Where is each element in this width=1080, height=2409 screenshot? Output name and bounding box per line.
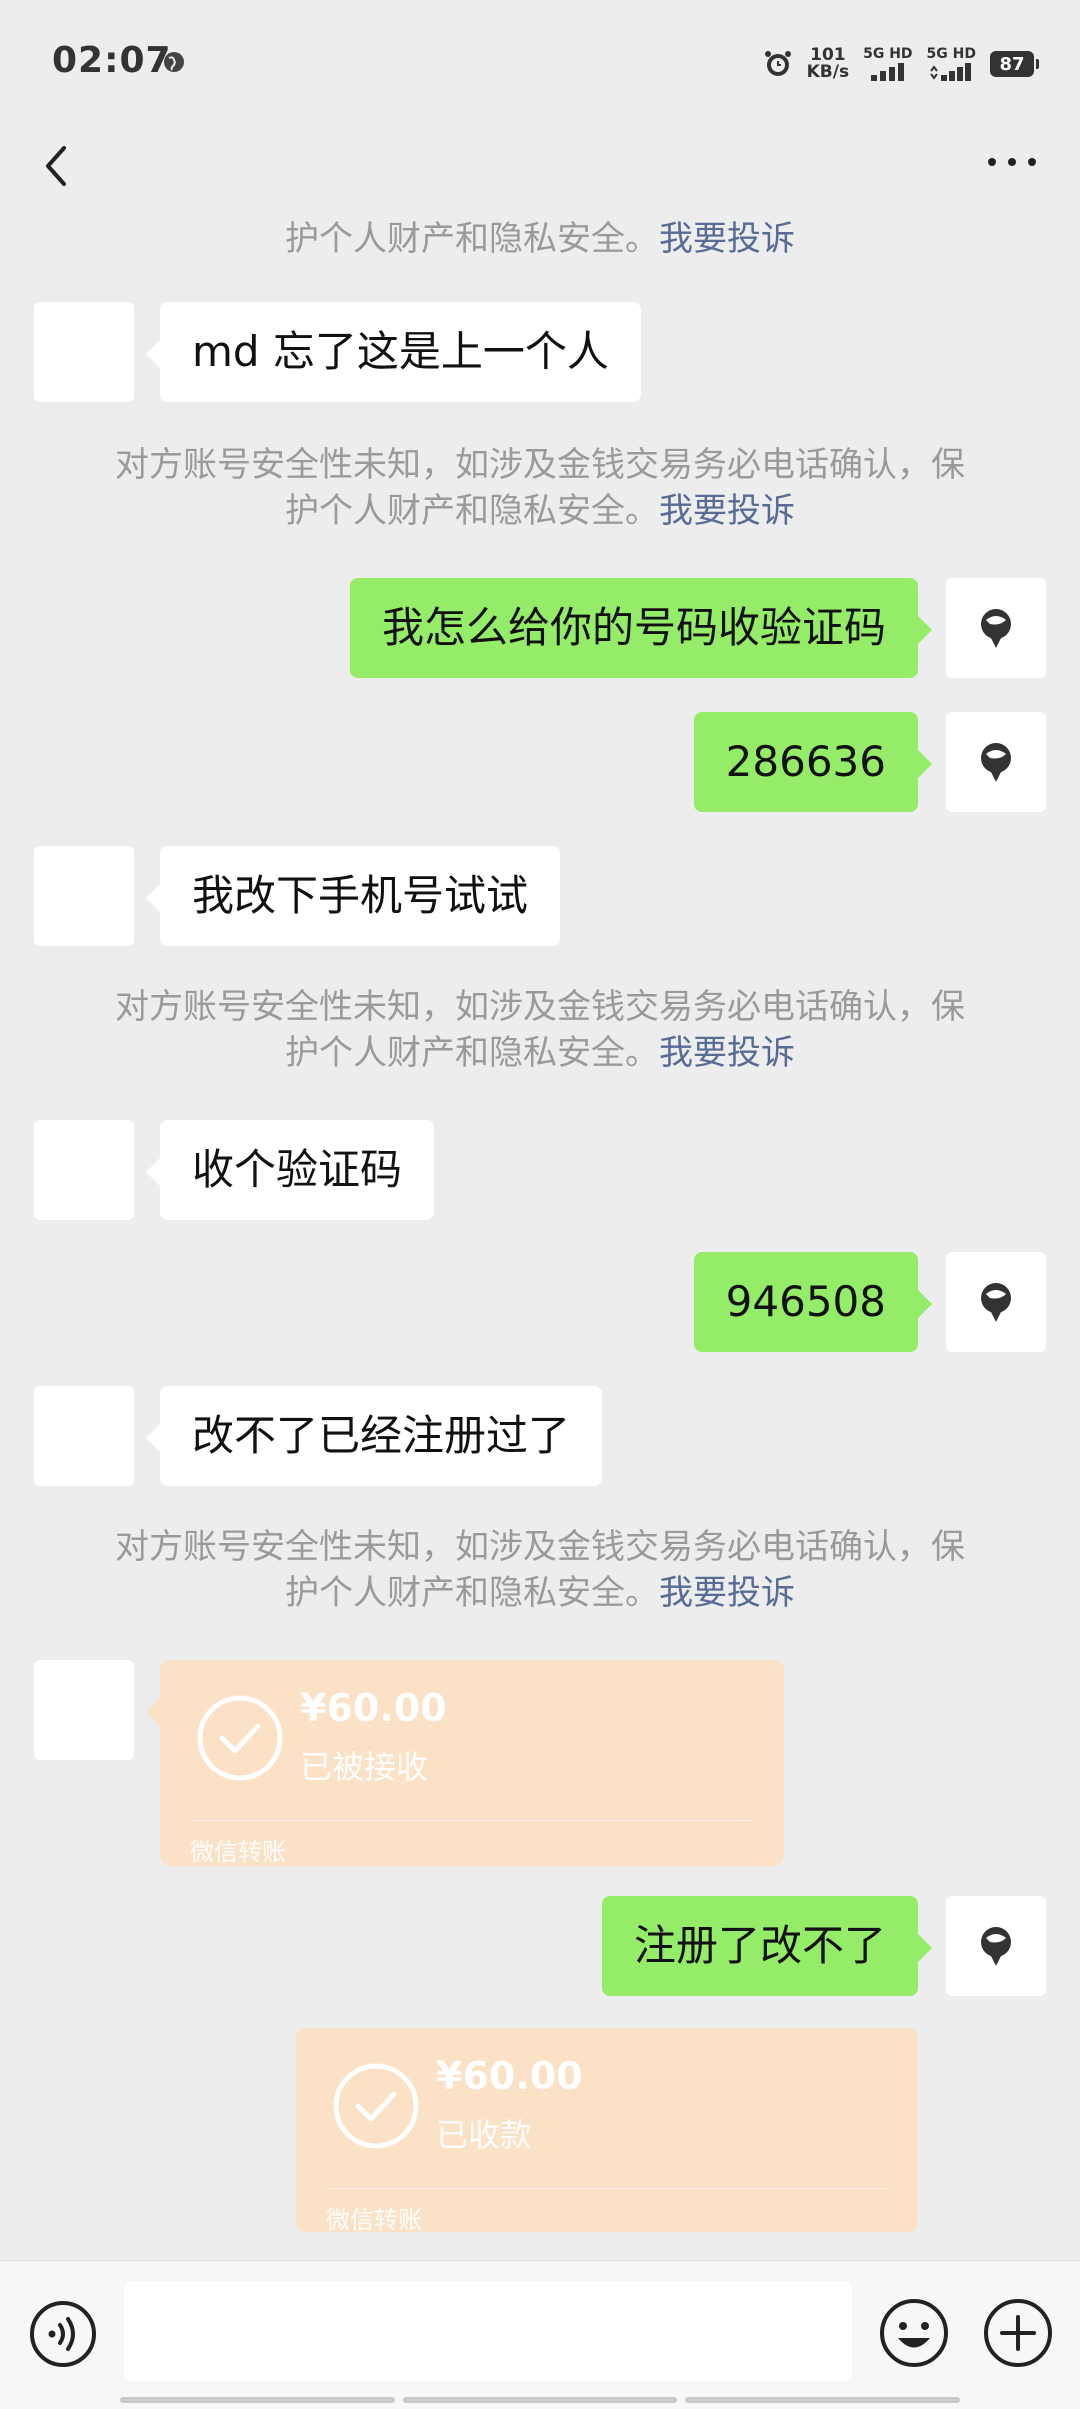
contact-avatar[interactable] — [34, 1660, 134, 1760]
my-avatar[interactable] — [946, 578, 1046, 678]
security-notice: 对方账号安全性未知，如涉及金钱交易务必电话确认，保 护个人财产和隐私安全。我要投… — [80, 984, 1000, 1076]
back-arrow-icon[interactable] — [36, 136, 76, 196]
battery-indicator: 87 — [990, 51, 1039, 77]
message-outgoing[interactable]: 946508 — [693, 1252, 933, 1352]
sim1-label: 5G HD — [863, 46, 913, 62]
complaint-link[interactable]: 我要投诉 — [659, 1033, 795, 1073]
message-input[interactable] — [124, 2281, 852, 2381]
message-incoming[interactable]: 我改下手机号试试 — [145, 846, 561, 946]
avatar-icon — [981, 1927, 1011, 1966]
transfer-card-received[interactable]: ¥60.00 已被接收 微信转账 — [146, 1660, 784, 1866]
notice-text: 对方账号安全性未知，如涉及金钱交易务必电话确认，保 — [115, 987, 965, 1027]
message-incoming[interactable]: 收个验证码 — [145, 1120, 435, 1220]
plus-icon[interactable] — [982, 2297, 1054, 2369]
divider — [326, 2188, 888, 2189]
complaint-link[interactable]: 我要投诉 — [659, 491, 795, 531]
contact-avatar[interactable] — [34, 1120, 134, 1220]
network-speed: 101 KB/s — [807, 47, 849, 81]
input-bar — [0, 2260, 1080, 2409]
chat-nav-bar — [0, 120, 1080, 210]
avatar-icon — [981, 609, 1011, 648]
notice-text: 护个人财产和隐私安全。 — [285, 491, 659, 531]
message-outgoing[interactable]: 注册了改不了 — [601, 1896, 933, 1996]
signal-sim2: 5G HD — [927, 47, 976, 81]
transfer-status: 已被接收 — [300, 1748, 429, 1786]
signal-bars-icon — [870, 63, 904, 81]
signal-sim1: 5G HD — [863, 46, 913, 81]
message-incoming[interactable]: 改不了已经注册过了 — [145, 1386, 603, 1486]
sim2-label: 5G HD — [926, 46, 976, 62]
emoji-icon[interactable] — [878, 2297, 950, 2369]
my-avatar[interactable] — [946, 1896, 1046, 1996]
globe-icon — [164, 52, 184, 72]
status-bar: 02:07 101 KB/s 5G HD 5G HD 87 — [0, 0, 1080, 120]
security-notice: 护个人财产和隐私安全。我要投诉 — [80, 216, 1000, 262]
voice-icon[interactable] — [28, 2299, 98, 2369]
avatar-icon — [981, 1283, 1011, 1322]
chat-messages[interactable]: 护个人财产和隐私安全。我要投诉 md 忘了这是上一个人 对方账号安全性未知，如涉… — [0, 210, 1080, 2260]
network-speed-unit: KB/s — [806, 62, 850, 82]
notice-text: 护个人财产和隐私安全。 — [285, 1573, 659, 1613]
complaint-link[interactable]: 我要投诉 — [659, 219, 795, 259]
contact-avatar[interactable] — [34, 1386, 134, 1486]
transfer-card-collected[interactable]: ¥60.00 已收款 微信转账 — [296, 2028, 918, 2234]
notice-text: 护个人财产和隐私安全。 — [285, 219, 659, 259]
my-avatar[interactable] — [946, 712, 1046, 812]
notice-text: 对方账号安全性未知，如涉及金钱交易务必电话确认，保 — [115, 1527, 965, 1567]
transfer-amount: ¥60.00 — [436, 2054, 583, 2098]
transfer-status: 已收款 — [436, 2116, 533, 2154]
message-outgoing[interactable]: 286636 — [693, 712, 933, 812]
status-time: 02:07 — [52, 40, 172, 81]
contact-avatar[interactable] — [34, 846, 134, 946]
message-incoming[interactable]: md 忘了这是上一个人 — [146, 302, 641, 402]
more-icon[interactable] — [984, 150, 1040, 174]
security-notice: 对方账号安全性未知，如涉及金钱交易务必电话确认，保 护个人财产和隐私安全。我要投… — [80, 1524, 1000, 1616]
check-circle-icon — [197, 1695, 283, 1781]
home-indicator — [120, 2397, 961, 2403]
contact-avatar[interactable] — [34, 302, 134, 402]
divider — [190, 1820, 754, 1821]
alarm-icon — [764, 51, 791, 76]
transfer-amount: ¥60.00 — [300, 1686, 447, 1730]
complaint-link[interactable]: 我要投诉 — [659, 1573, 795, 1613]
security-notice: 对方账号安全性未知，如涉及金钱交易务必电话确认，保 护个人财产和隐私安全。我要投… — [80, 442, 1000, 534]
notice-text: 护个人财产和隐私安全。 — [285, 1033, 659, 1073]
transfer-footer: 微信转账 — [190, 1838, 286, 1866]
transfer-footer: 微信转账 — [326, 2206, 422, 2234]
avatar-icon — [981, 743, 1011, 782]
message-outgoing[interactable]: 我怎么给你的号码收验证码 — [349, 578, 933, 678]
signal-bars-icon — [930, 63, 972, 81]
status-indicators: 101 KB/s 5G HD 5G HD 87 — [763, 42, 1039, 86]
my-avatar[interactable] — [946, 1252, 1046, 1352]
check-circle-icon — [333, 2063, 419, 2149]
notice-text: 对方账号安全性未知，如涉及金钱交易务必电话确认，保 — [115, 445, 965, 485]
